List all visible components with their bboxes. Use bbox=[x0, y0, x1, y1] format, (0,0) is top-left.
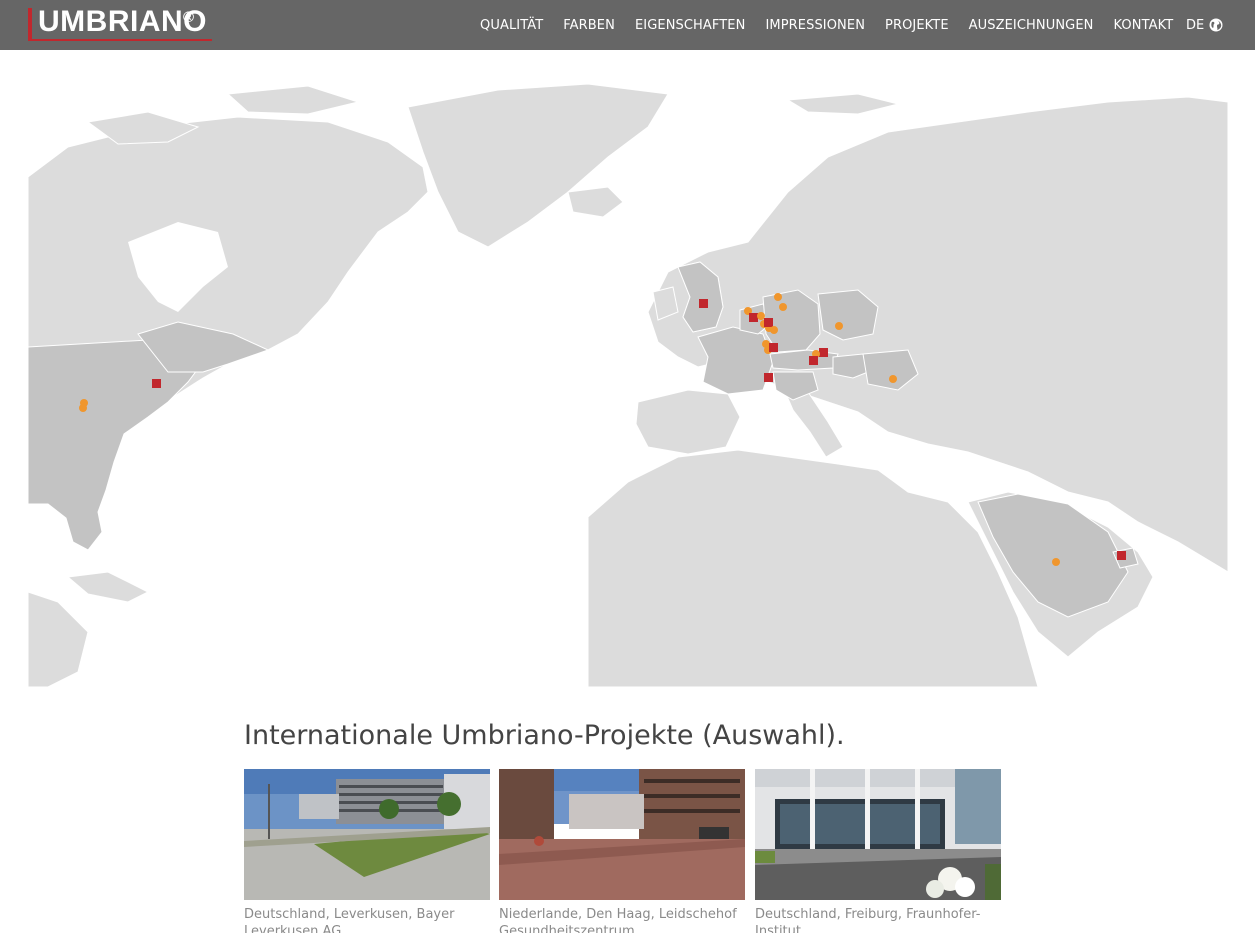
project-caption: Deutschland, Leverkusen, Bayer Leverkuse… bbox=[244, 907, 455, 933]
umbriano-logo[interactable]: UMBRIANO ® bbox=[28, 5, 212, 43]
project-card[interactable]: Deutschland, Freiburg, Fraunhofer-Instit… bbox=[755, 769, 1001, 933]
land-caribbean bbox=[66, 571, 150, 603]
project-caption: Deutschland, Freiburg, Fraunhofer-Instit… bbox=[755, 907, 981, 933]
project-photo-leverkusen[interactable] bbox=[244, 769, 490, 900]
marker-square bbox=[1117, 551, 1126, 560]
marker-dot bbox=[779, 303, 787, 311]
world-projects-map[interactable] bbox=[28, 72, 1228, 687]
globe-icon bbox=[1209, 18, 1223, 32]
project-photo-freiburg[interactable] bbox=[755, 769, 1001, 900]
land-iceland bbox=[567, 186, 624, 218]
marker-square bbox=[152, 379, 161, 388]
marker-dot bbox=[770, 326, 778, 334]
nav-item-auszeichnungen[interactable]: AUSZEICHNUNGEN bbox=[959, 18, 1104, 33]
logo-text: UMBRIANO bbox=[38, 5, 207, 38]
project-photo-den-haag[interactable] bbox=[499, 769, 745, 900]
marker-dot bbox=[889, 375, 897, 383]
land-africa bbox=[587, 449, 1039, 687]
nav-item-farben[interactable]: FARBEN bbox=[553, 18, 625, 33]
marker-square bbox=[764, 373, 773, 382]
language-label: DE bbox=[1186, 17, 1205, 33]
language-switcher[interactable]: DE bbox=[1186, 0, 1223, 50]
country-france bbox=[697, 326, 774, 395]
marker-square bbox=[749, 313, 758, 322]
marker-square bbox=[764, 318, 773, 327]
marker-square bbox=[819, 348, 828, 357]
marker-dot bbox=[757, 312, 765, 320]
marker-dot bbox=[1052, 558, 1060, 566]
project-card[interactable]: Niederlande, Den Haag, Leidschehof Gesun… bbox=[499, 769, 745, 933]
land-greenland bbox=[407, 83, 669, 248]
logo-underline bbox=[28, 39, 212, 41]
main-navigation: QUALITÄT FARBEN EIGENSCHAFTEN IMPRESSION… bbox=[470, 0, 1183, 50]
marker-dot bbox=[79, 404, 87, 412]
marker-dot bbox=[774, 293, 782, 301]
project-caption: Niederlande, Den Haag, Leidschehof Gesun… bbox=[499, 907, 737, 933]
nav-item-eigenschaften[interactable]: EIGENSCHAFTEN bbox=[625, 18, 756, 33]
nav-item-projekte[interactable]: PROJEKTE bbox=[875, 18, 959, 33]
top-navigation-bar: UMBRIANO ® QUALITÄT FARBEN EIGENSCHAFTEN… bbox=[0, 0, 1255, 50]
project-card[interactable]: Deutschland, Leverkusen, Bayer Leverkuse… bbox=[244, 769, 490, 933]
marker-dot bbox=[835, 322, 843, 330]
nav-item-qualitaet[interactable]: QUALITÄT bbox=[470, 18, 553, 33]
projects-section-title: Internationale Umbriano-Projekte (Auswah… bbox=[244, 720, 845, 751]
nav-item-kontakt[interactable]: KONTAKT bbox=[1104, 18, 1184, 33]
marker-square bbox=[699, 299, 708, 308]
marker-square bbox=[769, 343, 778, 352]
world-map-svg bbox=[28, 83, 1228, 687]
nav-item-impressionen[interactable]: IMPRESSIONEN bbox=[755, 18, 875, 33]
logo-registered-mark: ® bbox=[183, 9, 195, 26]
marker-square bbox=[809, 356, 818, 365]
logo-red-bar bbox=[28, 8, 32, 41]
land-iberia bbox=[635, 389, 741, 455]
